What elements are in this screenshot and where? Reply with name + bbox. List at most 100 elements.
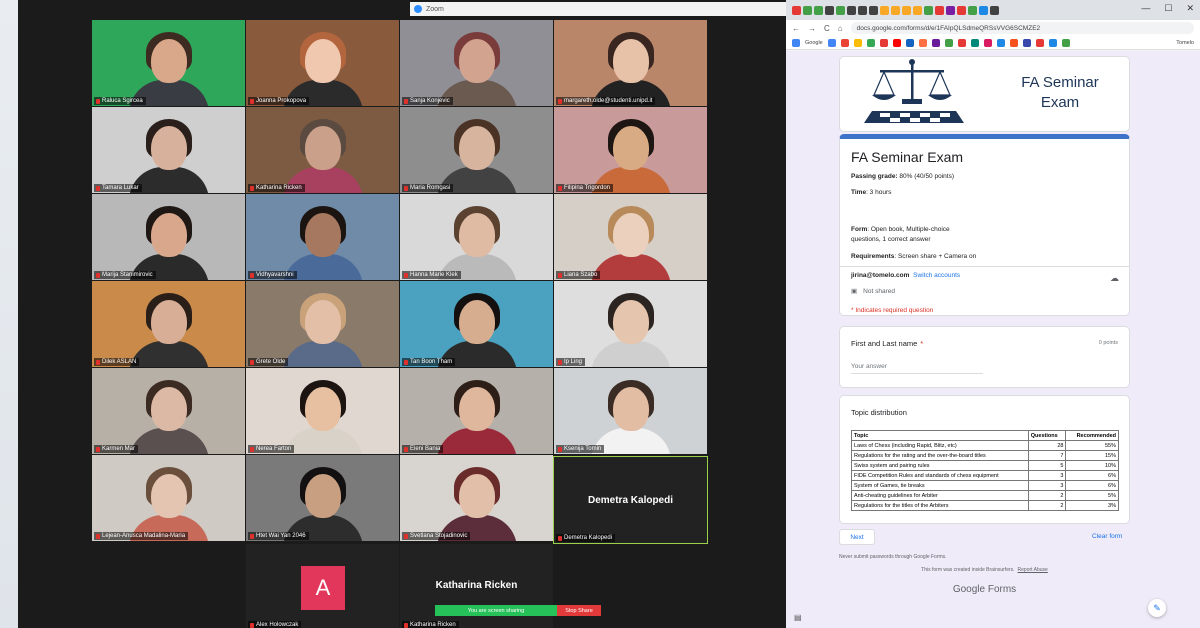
participant-tile[interactable]: Liana Szabo (554, 194, 707, 280)
browser-tab[interactable] (913, 5, 922, 15)
maximize-button[interactable]: ☐ (1164, 3, 1172, 14)
bookmark-tomelo[interactable]: Tomelo (1176, 40, 1194, 46)
bookmark-icon[interactable] (1009, 38, 1018, 47)
browser-tab[interactable] (990, 5, 999, 15)
browser-tab[interactable] (880, 5, 889, 15)
bookmark-icon[interactable] (944, 38, 953, 47)
participant-tile[interactable]: Karmen Mar (92, 368, 245, 454)
bookmark-icon[interactable] (853, 38, 862, 47)
participant-tile[interactable]: Katharina Ricken (246, 107, 399, 193)
browser-tab[interactable] (968, 5, 977, 15)
back-icon[interactable]: ← (792, 24, 800, 33)
browser-tab[interactable] (836, 5, 845, 15)
browser-tab[interactable] (946, 5, 955, 15)
name-input[interactable]: Your answer (851, 363, 983, 374)
mic-muted-icon (96, 533, 100, 539)
browser-tab[interactable] (924, 5, 933, 15)
bookmarks-bar: Google Tomelo (786, 36, 1200, 50)
participant-tile[interactable]: Tan Boon Tham (400, 281, 553, 367)
browser-tab[interactable] (792, 5, 801, 15)
bookmark-icon[interactable] (892, 38, 901, 47)
participant-video-face (458, 38, 495, 83)
table-cell: 15% (1065, 450, 1119, 461)
participant-tile[interactable]: Raluca Sgircea (92, 20, 245, 106)
browser-tab[interactable] (902, 5, 911, 15)
bookmark-icon[interactable] (1061, 38, 1070, 47)
bookmark-icon[interactable] (879, 38, 888, 47)
browser-tab[interactable] (979, 5, 988, 15)
next-button[interactable]: Next (839, 529, 875, 545)
bookmark-icon[interactable] (996, 38, 1005, 47)
header-title: FA Seminar Exam (1021, 74, 1099, 112)
participant-tile[interactable]: Lejean-Anusca Madalina-Maria (92, 455, 245, 541)
browser-tab[interactable] (869, 5, 878, 15)
participant-tile-alex[interactable]: A Alex Holowczak (246, 544, 399, 628)
edit-pencil-icon[interactable]: ✎ (1148, 599, 1166, 617)
participant-tile[interactable]: Vidhyavarshni (246, 194, 399, 280)
close-button[interactable]: ✕ (1186, 3, 1194, 14)
reload-icon[interactable]: C (824, 24, 830, 33)
participant-tile[interactable]: Tamara Lukar (92, 107, 245, 193)
browser-tab[interactable] (847, 5, 856, 15)
stop-share-button[interactable]: Stop Share (557, 605, 601, 616)
table-cell: 3% (1065, 500, 1119, 511)
bookmark-icon[interactable] (970, 38, 979, 47)
bookmark-icon[interactable] (1035, 38, 1044, 47)
not-shared-icon: ▣ (851, 288, 858, 295)
divider (840, 266, 1129, 267)
browser-tab[interactable] (891, 5, 900, 15)
participant-tile[interactable]: margareth.olde@studenti.unipd.it (554, 20, 707, 106)
browser-tab[interactable] (858, 5, 867, 15)
forward-icon[interactable]: → (808, 24, 816, 33)
participant-tile[interactable]: Grete Olde (246, 281, 399, 367)
participant-tile[interactable]: Joanna Prokopova (246, 20, 399, 106)
participant-tile[interactable]: Eleni Bania (400, 368, 553, 454)
browser-tab[interactable] (803, 5, 812, 15)
switch-accounts-link[interactable]: Switch accounts (913, 272, 960, 279)
participant-tile[interactable]: Htet Wai Yan 2046 (246, 455, 399, 541)
bookmark-icon[interactable] (931, 38, 940, 47)
report-abuse-link[interactable]: Report Abuse (1018, 567, 1048, 573)
bookmark-icon[interactable] (957, 38, 966, 47)
bookmark-icon[interactable] (918, 38, 927, 47)
window-controls: — ☐ ✕ (1141, 3, 1194, 14)
clear-form-link[interactable]: Clear form (1092, 533, 1122, 540)
participant-name: Marija Stanimirovic (102, 272, 153, 278)
mic-muted-icon (404, 533, 408, 539)
participant-tile[interactable]: Ksenija Tomin (554, 368, 707, 454)
bookmark-icon[interactable] (840, 38, 849, 47)
participant-tile[interactable]: Hanna Marie Klek (400, 194, 553, 280)
participant-tile[interactable]: Nerea Farton (246, 368, 399, 454)
mic-muted-icon (250, 272, 254, 278)
browser-tab[interactable] (825, 5, 834, 15)
bookmark-icon[interactable] (866, 38, 875, 47)
bookmark-icon[interactable] (1022, 38, 1031, 47)
participant-tile[interactable]: Maria Romgasi (400, 107, 553, 193)
participant-tile[interactable]: Filipina Trigordon (554, 107, 707, 193)
participant-tile[interactable]: Svetlana Stojadinovic (400, 455, 553, 541)
home-icon[interactable]: ⌂ (838, 24, 843, 33)
mic-muted-icon (558, 446, 562, 452)
participant-name: Karmen Mar (102, 446, 136, 452)
feedback-icon[interactable]: ▤ (794, 613, 802, 622)
participant-tile[interactable]: Marija Stanimirovic (92, 194, 245, 280)
address-bar[interactable]: docs.google.com/forms/d/e/1FAIpQLSdmeQRS… (850, 22, 1194, 34)
participant-name: Ip Ling (564, 359, 583, 365)
bookmark-icon[interactable] (1048, 38, 1057, 47)
participant-tile-demetra[interactable]: Demetra Kalopedi Demetra Kalopedi (553, 456, 708, 544)
bookmark-google[interactable]: Google (805, 40, 823, 46)
participant-name-tag: Ip Ling (556, 358, 586, 366)
participant-name: Raluca Sgircea (102, 98, 143, 104)
minimize-button[interactable]: — (1141, 3, 1150, 14)
table-cell: 6% (1065, 470, 1119, 481)
bookmark-icon[interactable] (827, 38, 836, 47)
participant-tile[interactable]: Ip Ling (554, 281, 707, 367)
participant-tile[interactable]: Dilek ASLAN (92, 281, 245, 367)
browser-tab[interactable] (935, 5, 944, 15)
browser-tab[interactable] (957, 5, 966, 15)
participant-tile[interactable]: Sanja Konjevic (400, 20, 553, 106)
bookmark-icon[interactable] (983, 38, 992, 47)
bookmark-icon[interactable] (905, 38, 914, 47)
participant-video-face (150, 38, 187, 83)
browser-tab[interactable] (814, 5, 823, 15)
